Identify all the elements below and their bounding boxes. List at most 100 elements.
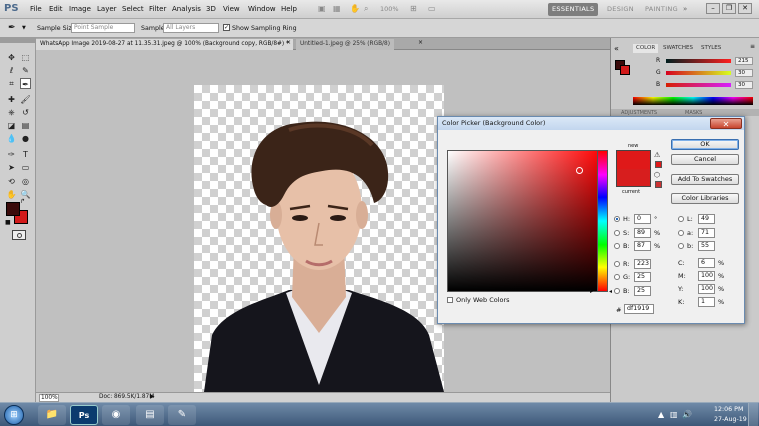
healing-brush-tool-icon[interactable]: ✚ — [6, 94, 17, 105]
hsb-rgb-field-input[interactable]: 87 — [634, 241, 651, 251]
menu-select[interactable]: Select — [122, 5, 144, 13]
network-icon[interactable]: ▥ — [670, 410, 678, 419]
hue-slider[interactable] — [597, 150, 608, 292]
channel-g-slider[interactable] — [666, 71, 731, 75]
gamut-color-swatch[interactable] — [655, 161, 662, 168]
ok-button[interactable]: OK — [671, 139, 739, 150]
show-sampling-ring-checkbox[interactable]: ✓ — [223, 24, 230, 31]
crop-tool-icon[interactable]: ⌗ — [6, 78, 17, 89]
hsb-rgb-field-radio[interactable] — [614, 243, 620, 249]
hsb-rgb-field-radio[interactable] — [614, 274, 620, 280]
color-field[interactable] — [447, 150, 604, 292]
hue-slider-handle-right-icon[interactable]: ◂ — [609, 288, 612, 295]
pen-tool-icon[interactable]: ✑ — [6, 149, 17, 160]
hsb-rgb-field-input[interactable]: 89 — [634, 227, 651, 238]
more-workspaces-icon[interactable]: » — [683, 5, 687, 13]
eyedropper-preset-icon[interactable]: ✒ — [8, 23, 16, 33]
arrange-icon[interactable]: ⊞ — [410, 4, 417, 13]
start-button[interactable]: ⊞ — [4, 405, 24, 425]
screen-mode-icon[interactable]: ▭ — [428, 4, 436, 13]
hsb-rgb-field-input[interactable]: 25 — [634, 285, 651, 296]
hue-slider-handle-left-icon[interactable]: ▸ — [590, 288, 593, 295]
clock-date[interactable]: 27-Aug-19 — [714, 416, 747, 423]
document-canvas[interactable] — [194, 85, 444, 392]
menu-layer[interactable]: Layer — [97, 5, 117, 13]
default-colors-icon[interactable]: ■ — [5, 219, 11, 226]
tab-styles[interactable]: STYLES — [698, 44, 724, 53]
tools-panel-grip[interactable] — [0, 38, 35, 43]
tab-close-icon[interactable]: × — [418, 39, 423, 46]
channel-b-value[interactable]: 30 — [735, 81, 753, 89]
tab-whatsapp-image[interactable]: WhatsApp Image 2019-08-27 at 11.35.31.jp… — [36, 39, 293, 50]
current-color-swatch[interactable] — [616, 169, 651, 187]
hsb-rgb-field-input[interactable]: 0 — [634, 214, 651, 224]
brush-tool-icon[interactable]: 🖌 — [20, 94, 31, 105]
zoom-icon[interactable]: ⌕ — [364, 4, 368, 14]
only-web-colors-checkbox[interactable] — [447, 297, 453, 303]
tray-arrow-icon[interactable]: ▲ — [658, 410, 664, 419]
menu-file[interactable]: File — [30, 5, 42, 13]
cmyk-field-input[interactable]: 100 — [698, 271, 715, 281]
type-tool-icon[interactable]: T — [20, 149, 31, 160]
quick-select-tool-icon[interactable]: ✎ — [20, 65, 31, 76]
tab-swatches[interactable]: SWATCHES — [660, 44, 696, 53]
marquee-tool-icon[interactable]: ⬚ — [20, 52, 31, 63]
volume-icon[interactable]: 🔊 — [682, 410, 692, 419]
tab-color[interactable]: COLOR — [633, 44, 659, 53]
hsb-rgb-field-input[interactable]: 223 — [634, 258, 651, 269]
channel-r-slider[interactable] — [666, 59, 731, 63]
sample-size-select[interactable]: Point Sample — [71, 23, 135, 33]
sample-select[interactable]: All Layers — [163, 23, 219, 33]
menu-help[interactable]: Help — [281, 5, 297, 13]
color-spectrum-ramp[interactable] — [633, 97, 753, 105]
chevron-down-icon[interactable]: ▼ — [22, 25, 26, 31]
hsb-rgb-field-radio[interactable] — [614, 229, 620, 236]
out-of-gamut-warning-icon[interactable]: ⚠ — [654, 151, 660, 159]
move-tool-icon[interactable]: ✥ — [6, 52, 17, 63]
clock-time[interactable]: 12:06 PM — [714, 406, 743, 413]
lab-field-radio[interactable] — [678, 216, 684, 222]
lab-field-input[interactable]: 71 — [698, 227, 715, 238]
clone-stamp-tool-icon[interactable]: ⎈ — [6, 107, 17, 118]
3d-camera-tool-icon[interactable]: ◎ — [20, 176, 31, 187]
zoom-field[interactable]: 100% — [39, 394, 59, 402]
foreground-color-swatch[interactable] — [6, 202, 20, 216]
menu-view[interactable]: View — [223, 5, 240, 13]
status-menu-icon[interactable]: ▶ — [150, 393, 155, 400]
hsb-rgb-field-radio[interactable] — [614, 260, 620, 267]
hand-tool-icon[interactable]: ✋ — [6, 189, 17, 200]
menu-edit[interactable]: Edit — [49, 5, 63, 13]
blur-tool-icon[interactable]: 💧 — [6, 133, 17, 144]
lab-field-radio[interactable] — [678, 243, 684, 249]
channel-b-slider[interactable] — [666, 83, 731, 87]
shape-tool-icon[interactable]: ▭ — [20, 162, 31, 173]
channel-g-value[interactable]: 30 — [735, 69, 753, 77]
menu-analysis[interactable]: Analysis — [172, 5, 201, 13]
web-safe-color-swatch[interactable] — [655, 181, 662, 188]
color-field-marker[interactable] — [576, 167, 583, 174]
menu-window[interactable]: Window — [248, 5, 276, 13]
minimize-button[interactable]: – — [706, 3, 720, 14]
panel-menu-icon[interactable]: ≡ — [750, 43, 755, 50]
eraser-tool-icon[interactable]: ◪ — [6, 120, 17, 131]
lab-field-radio[interactable] — [678, 229, 684, 236]
channel-r-value[interactable]: 215 — [735, 57, 753, 65]
hex-input[interactable]: df1919 — [624, 304, 654, 314]
cmyk-field-input[interactable]: 1 — [698, 297, 715, 307]
history-brush-tool-icon[interactable]: ↺ — [20, 107, 31, 118]
chrome-taskbar-icon[interactable]: ◉ — [102, 405, 130, 425]
panel-collapse-icon[interactable]: « — [614, 44, 619, 53]
mini-bridge-icon[interactable]: ▦ — [333, 4, 341, 13]
tab-untitled[interactable]: Untitled-1.jpeg @ 25% (RGB/8) — [296, 39, 394, 50]
gradient-tool-icon[interactable]: ▤ — [20, 120, 31, 131]
menu-3d[interactable]: 3D — [206, 5, 216, 13]
eyedropper-tool-icon[interactable]: ✒ — [20, 78, 31, 89]
workspace-design[interactable]: DESIGN — [603, 3, 638, 16]
photoshop-taskbar-icon[interactable]: Ps — [70, 405, 98, 425]
paint-taskbar-icon[interactable]: ✎ — [168, 405, 196, 425]
zoom-level-readout[interactable]: 100% — [380, 5, 399, 13]
cmyk-field-input[interactable]: 100 — [698, 284, 715, 294]
explorer-taskbar-icon[interactable]: 📁 — [38, 405, 66, 425]
path-selection-tool-icon[interactable]: ➤ — [6, 162, 17, 173]
workspace-painting[interactable]: PAINTING — [641, 3, 682, 16]
